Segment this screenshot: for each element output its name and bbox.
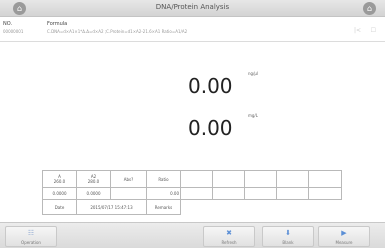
no-label: NO. [3,21,13,27]
results-table: A 260.0 A2 280.0 Abs? Ratio 0.0000 0.000… [42,170,342,215]
first-record-button[interactable]: |< [354,27,361,34]
refresh-button[interactable]: ✖ Refresh [203,226,255,247]
value-cell [212,187,245,200]
header-cell: A 260.0 [42,170,77,188]
header-cell [308,170,342,188]
header-cell: A2 280.0 [76,170,111,188]
home-icon[interactable]: ⌂ [363,2,376,15]
tray-icon: ⬇ [285,229,291,237]
info-bar: NO. 00000001 Formula C.DNA=d×A1×1*Δ.Δ=d×… [0,18,385,42]
table-date-row: Date 2015/07/17 15:47:13 Remarks [42,199,342,215]
remarks-value[interactable] [180,199,342,215]
concentration-unit-1: ng/μl [248,71,259,76]
concentration-unit-2: mg/L [248,113,259,118]
formula-label: Formula [47,21,68,27]
header-cell: Ratio [146,170,181,188]
measure-label: Measure [335,240,353,245]
header-cell [276,170,309,188]
concentration-reading-2: 0.00 [188,116,233,140]
no-value: 00000001 [3,29,24,34]
value-cell: 0.0000 [42,187,77,200]
tools-icon: ✖ [226,229,232,237]
title-bar: ⌂ DNA/Protein Analysis ⌂ [0,0,385,17]
value-cell [244,187,277,200]
value-cell: 0.0000 [76,187,111,200]
record-checkbox[interactable]: ☐ [371,27,376,34]
measure-button[interactable]: ▶ Measure [318,226,370,247]
header-cell [244,170,277,188]
value-cell: 0.00 [146,187,181,200]
date-label: Date [42,199,77,215]
operation-button[interactable]: ☷ Operation [5,226,57,247]
table-header-row: A 260.0 A2 280.0 Abs? Ratio [42,170,342,188]
blank-button[interactable]: ⬇ Blank [262,226,314,247]
concentration-reading-1: 0.00 [188,74,233,98]
header-cell [180,170,213,188]
remarks-label: Remarks [146,199,181,215]
table-row: 0.0000 0.0000 0.00 [42,187,342,200]
bottom-toolbar: ☷ Operation ✖ Refresh ⬇ Blank ▶ Measure [0,222,385,248]
date-value: 2015/07/17 15:47:13 [76,199,147,215]
grid-icon: ☷ [27,229,35,237]
header-cell [212,170,245,188]
header-cell: Abs? [110,170,147,188]
formula-text: C.DNA=d×A1×1*Δ.Δ=d×A2 ;C.Protein=d1×A2-2… [47,29,188,34]
play-icon: ▶ [341,229,347,237]
app-title: DNA/Protein Analysis [155,3,230,11]
value-cell [276,187,309,200]
blank-label: Blank [282,240,294,245]
operation-label: Operation [21,240,41,245]
value-cell [180,187,213,200]
value-cell [308,187,342,200]
refresh-label: Refresh [221,240,237,245]
value-cell [110,187,147,200]
